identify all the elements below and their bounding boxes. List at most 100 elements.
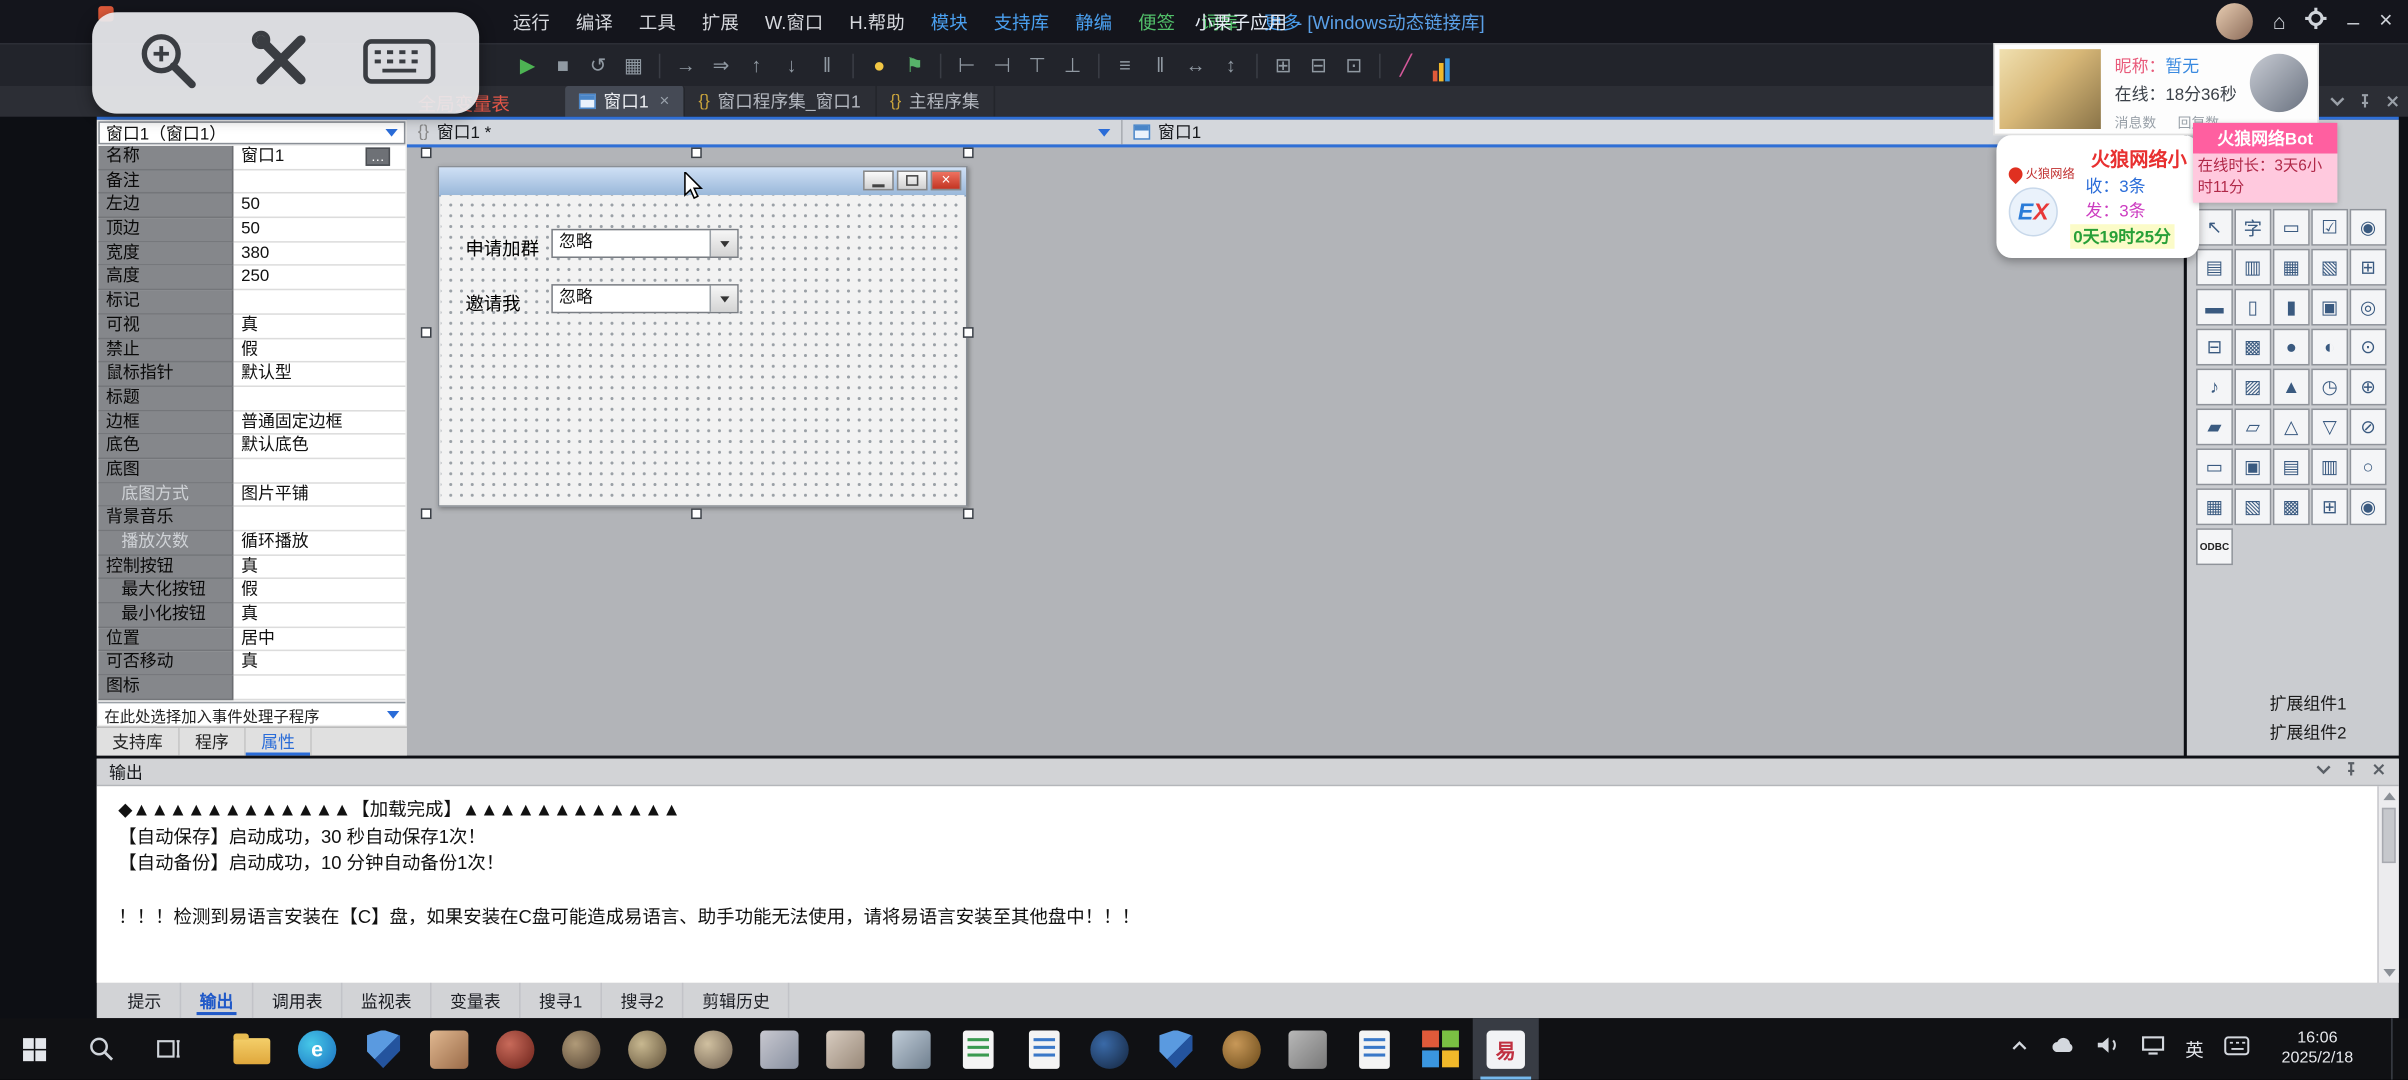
property-row[interactable]: 最小化按钮真 xyxy=(98,604,405,628)
taskbar-app-edge-browser[interactable]: e xyxy=(284,1018,350,1079)
menu-item[interactable]: 运行 xyxy=(513,8,550,34)
clock[interactable]: 16:06 2025/2/18 xyxy=(2270,1029,2365,1069)
pause-icon[interactable]: ‖ xyxy=(811,50,843,81)
designed-window[interactable]: × 申请加群 忽略 邀请我 忽略 xyxy=(438,166,968,507)
panel-tab[interactable]: 支持库 xyxy=(97,728,180,756)
taskbar-app-photo-app[interactable] xyxy=(416,1018,482,1079)
same-width-icon[interactable]: ⊞ xyxy=(1267,50,1299,81)
property-value[interactable]: 假 xyxy=(233,339,405,363)
center-vertical-icon[interactable]: ‖ xyxy=(1144,50,1176,81)
property-row[interactable]: 备注 xyxy=(98,170,405,194)
task-view-button[interactable] xyxy=(135,1018,203,1079)
menu-item[interactable]: 工具 xyxy=(639,8,676,34)
chevron-down-icon[interactable] xyxy=(2330,89,2345,117)
property-value[interactable]: 真 xyxy=(233,652,405,676)
toolbox-component[interactable]: ▣ xyxy=(2234,448,2271,485)
restart-icon[interactable]: ↺ xyxy=(582,50,614,81)
property-value[interactable]: 50 xyxy=(233,194,405,218)
selection-handle[interactable] xyxy=(963,508,974,519)
property-row[interactable]: 高度250 xyxy=(98,266,405,290)
chevron-down-icon[interactable] xyxy=(2316,762,2331,782)
toolbox-component[interactable]: ⊞ xyxy=(2311,488,2348,525)
ime-icon[interactable] xyxy=(2224,1034,2250,1063)
toolbox-odbc-component[interactable]: ODBC xyxy=(2196,528,2233,565)
run-to-cursor-icon[interactable]: ↓ xyxy=(776,50,808,81)
form-minimize-button[interactable] xyxy=(863,170,894,190)
toolbox-component[interactable]: ▦ xyxy=(2273,249,2310,286)
output-tab[interactable]: 剪辑历史 xyxy=(684,983,790,1018)
combobox-dropdown-button[interactable] xyxy=(709,286,737,312)
label-control[interactable]: 邀请我 xyxy=(465,290,520,316)
scrollbar[interactable] xyxy=(2377,786,2399,983)
gear-icon[interactable] xyxy=(2306,7,2328,36)
output-tab[interactable]: 提示 xyxy=(109,983,181,1018)
property-value[interactable]: 默认型 xyxy=(233,363,405,387)
toolbox-component[interactable]: ⊘ xyxy=(2350,408,2387,445)
menu-item[interactable]: W.窗口 xyxy=(765,8,823,34)
minimize-button[interactable]: – xyxy=(2347,0,2359,43)
selection-handle[interactable] xyxy=(963,327,974,338)
output-tab[interactable]: 搜寻1 xyxy=(521,983,603,1018)
property-row[interactable]: 底图方式图片平铺 xyxy=(98,483,405,507)
toolbox-component[interactable]: ○ xyxy=(2350,448,2387,485)
toolbox-component[interactable]: ▭ xyxy=(2273,209,2310,246)
same-height-icon[interactable]: ⊟ xyxy=(1302,50,1334,81)
close-icon[interactable] xyxy=(2371,762,2386,782)
flag-icon[interactable]: ⚑ xyxy=(898,50,930,81)
document-tab[interactable]: {}主程序集 xyxy=(876,86,995,117)
menu-item[interactable]: 扩展 xyxy=(702,8,739,34)
property-value[interactable]: 真 xyxy=(233,555,405,579)
selection-handle[interactable] xyxy=(421,327,432,338)
cloud-icon[interactable] xyxy=(2050,1035,2076,1063)
output-tab[interactable]: 监视表 xyxy=(342,983,431,1018)
toolbox-component[interactable]: ⊞ xyxy=(2350,249,2387,286)
toolbox-component[interactable]: ▧ xyxy=(2311,249,2348,286)
menu-item[interactable]: 编译 xyxy=(576,8,613,34)
property-row[interactable]: 可否移动真 xyxy=(98,652,405,676)
property-value[interactable]: 250 xyxy=(233,266,405,290)
step-over-icon[interactable]: ⇒ xyxy=(705,50,737,81)
space-horizontal-icon[interactable]: ↔ xyxy=(1179,50,1211,81)
toolbox-component[interactable]: △ xyxy=(2273,408,2310,445)
panel-tab[interactable]: 属性 xyxy=(246,728,312,756)
zoom-icon[interactable] xyxy=(134,25,202,100)
language-indicator[interactable]: 英 xyxy=(2185,1036,2203,1062)
stop-icon[interactable]: ■ xyxy=(547,50,579,81)
property-row[interactable]: 可视真 xyxy=(98,315,405,339)
document-tab[interactable]: {}窗口程序集_窗口1 xyxy=(685,86,876,117)
step-into-icon[interactable]: → xyxy=(670,50,702,81)
toolbox-component[interactable]: ♪ xyxy=(2196,369,2233,406)
chevron-up-icon[interactable] xyxy=(2009,1035,2031,1063)
toolbox-component[interactable]: ◉ xyxy=(2350,488,2387,525)
taskbar-app-app[interactable] xyxy=(482,1018,548,1079)
taskbar-app-document-app[interactable] xyxy=(1010,1018,1076,1079)
property-value[interactable] xyxy=(233,676,405,700)
chevron-down-icon[interactable] xyxy=(387,710,399,718)
run-icon[interactable]: ▶ xyxy=(511,50,543,81)
combobox-dropdown-button[interactable] xyxy=(709,230,737,256)
combobox-control[interactable]: 忽略 xyxy=(551,284,738,313)
toolbox-component[interactable]: ▲ xyxy=(2273,369,2310,406)
compile-icon[interactable]: ▦ xyxy=(617,50,649,81)
toolbox-component[interactable]: ▩ xyxy=(2273,488,2310,525)
property-value[interactable] xyxy=(233,170,405,194)
toolbox-component[interactable]: ▱ xyxy=(2234,408,2271,445)
property-row[interactable]: 禁止假 xyxy=(98,339,405,363)
extension-group-label[interactable]: 扩展组件1 xyxy=(2270,691,2347,720)
ellipsis-button[interactable]: … xyxy=(365,147,390,165)
same-size-icon[interactable]: ⊡ xyxy=(1338,50,1370,81)
taskbar-app-app[interactable] xyxy=(548,1018,614,1079)
pin-icon[interactable] xyxy=(2343,762,2358,782)
property-value[interactable]: 真 xyxy=(233,315,405,339)
scrollbar-thumb[interactable] xyxy=(2382,808,2396,863)
toolbox-component[interactable]: ▭ xyxy=(2196,448,2233,485)
property-row[interactable]: 背景音乐 xyxy=(98,507,405,531)
taskbar-app-app[interactable] xyxy=(1209,1018,1275,1079)
breakpoint-icon[interactable]: ● xyxy=(863,50,895,81)
taskbar-app-app[interactable] xyxy=(1077,1018,1143,1079)
toolbox-component[interactable]: ◐ xyxy=(2311,329,2348,366)
toolbox-component[interactable]: ↖ xyxy=(2196,209,2233,246)
property-row[interactable]: 宽度380 xyxy=(98,242,405,266)
taskbar-app-elang-ide[interactable]: 易 xyxy=(1473,1018,1539,1079)
output-tab[interactable]: 输出 xyxy=(181,983,253,1018)
